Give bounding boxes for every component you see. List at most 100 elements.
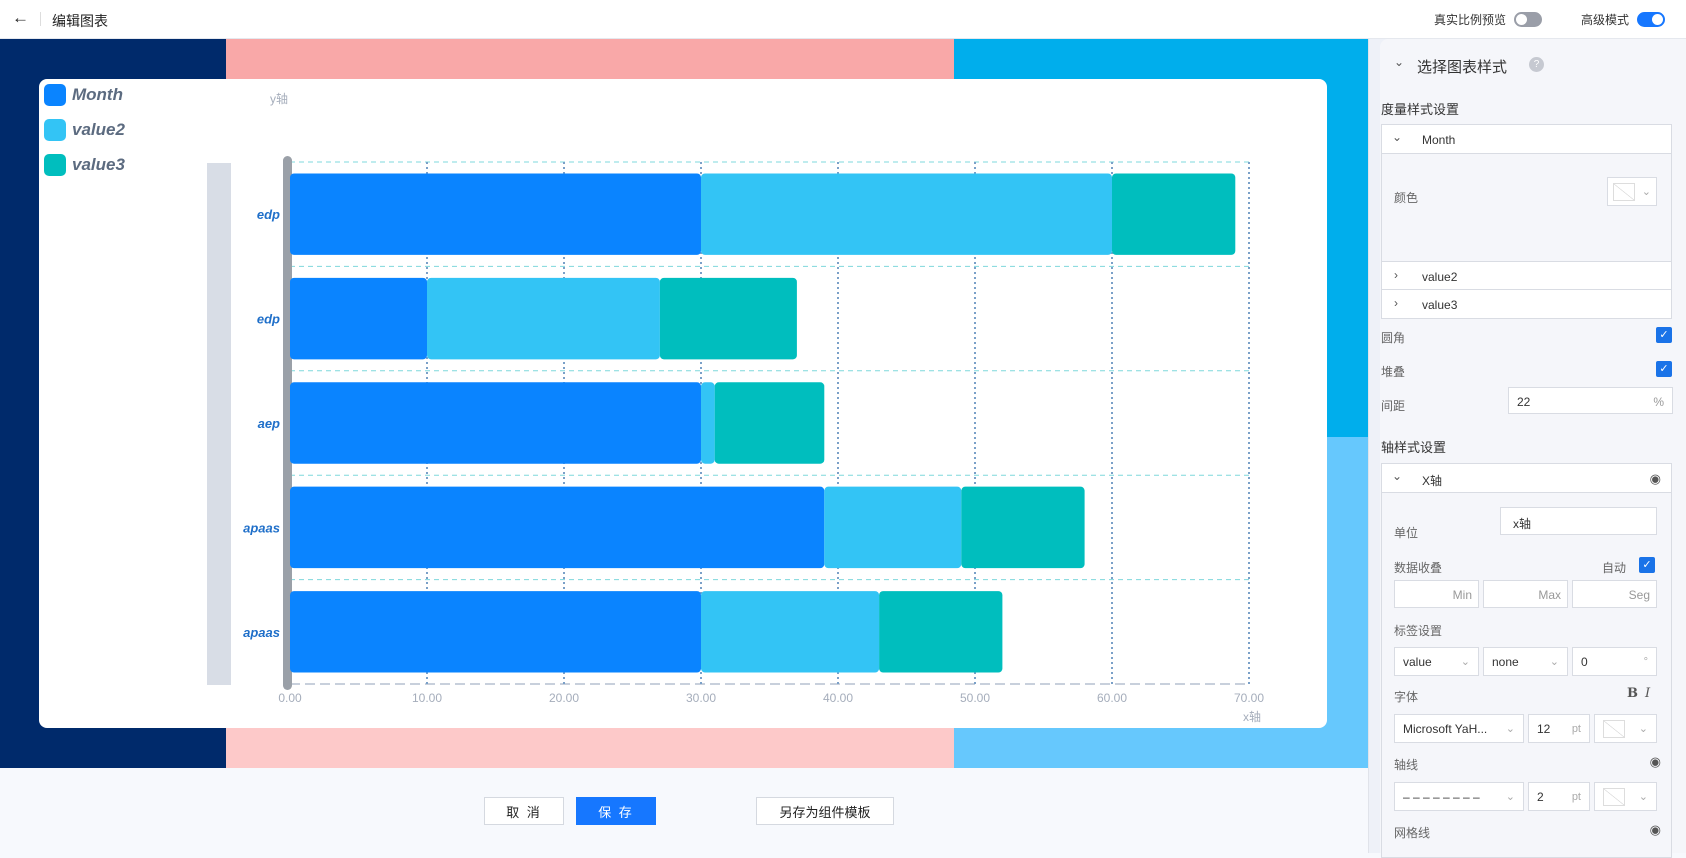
color-picker[interactable]: ⌄ bbox=[1607, 177, 1657, 206]
measure-name: value2 bbox=[1422, 270, 1458, 284]
measure-accordion: ⌄ Month 颜色 ⌄ › value2 › value3 bbox=[1381, 124, 1672, 319]
bar-Month bbox=[290, 486, 825, 569]
measure-item-value3[interactable]: › value3 bbox=[1382, 290, 1671, 318]
axis-line-style-value: – – – – – – – – bbox=[1403, 789, 1480, 804]
chevron-down-icon: ⌄ bbox=[1460, 656, 1470, 668]
save-button[interactable]: 保 存 bbox=[576, 797, 656, 825]
measure-settings-title: 度量样式设置 bbox=[1381, 102, 1460, 117]
font-color-picker[interactable]: ⌄ bbox=[1594, 714, 1657, 743]
bold-button[interactable]: B bbox=[1627, 686, 1638, 701]
y-scroll-slider[interactable] bbox=[207, 163, 231, 685]
spacing-value: 22 bbox=[1517, 395, 1531, 409]
bar-value2 bbox=[701, 591, 880, 673]
bar-value3 bbox=[879, 591, 1003, 673]
bar-value3 bbox=[1112, 173, 1236, 255]
x-tick-label: 30.00 bbox=[686, 691, 716, 705]
axis-settings-title: 轴样式设置 bbox=[1381, 440, 1447, 455]
y-tick-label: aep bbox=[258, 416, 280, 431]
chevron-right-icon: › bbox=[1394, 268, 1398, 282]
help-icon[interactable]: ? bbox=[1529, 57, 1544, 72]
axis-accordion: ⌄ X轴 ◉ 单位 x轴 数据收叠 自动 ✓ Min Max Seg 标签设置 … bbox=[1381, 463, 1672, 858]
eye-icon[interactable]: ◉ bbox=[1650, 471, 1661, 487]
color-swatch-empty bbox=[1603, 787, 1625, 806]
eye-icon[interactable]: ◉ bbox=[1650, 822, 1661, 838]
chart-card: Month value2 value3 0.00 10.00 20.00 30.00 4… bbox=[39, 79, 1327, 728]
bar-chart: 0.00 10.00 20.00 30.00 40.00 50.00 60.00 70.00 e… bbox=[207, 91, 1264, 724]
bar-Month bbox=[290, 277, 427, 360]
chevron-down-icon: ⌄ bbox=[1549, 656, 1559, 668]
font-size-input[interactable]: 12 pt bbox=[1528, 714, 1590, 743]
cancel-button[interactable]: 取 消 bbox=[484, 797, 564, 825]
chevron-down-icon[interactable]: ⌄ bbox=[1394, 55, 1404, 69]
y-tick-label: apaas bbox=[243, 520, 280, 535]
color-swatch-empty bbox=[1613, 182, 1635, 201]
seg-placeholder: Seg bbox=[1628, 588, 1650, 602]
section-title: 选择图表样式 bbox=[1417, 59, 1508, 76]
real-ratio-toggle[interactable] bbox=[1514, 12, 1543, 27]
min-input[interactable]: Min bbox=[1394, 580, 1479, 608]
label-settings-label: 标签设置 bbox=[1394, 624, 1443, 638]
axis-item-x[interactable]: ⌄ X轴 ◉ bbox=[1382, 464, 1671, 493]
bar-Month bbox=[290, 173, 701, 255]
pt-unit: pt bbox=[1571, 722, 1581, 735]
spacing-input[interactable]: 22 % bbox=[1508, 387, 1673, 414]
y-tick-label: edp bbox=[257, 207, 280, 222]
max-input[interactable]: Max bbox=[1483, 580, 1568, 608]
unit-value: x轴 bbox=[1513, 517, 1532, 531]
save-as-template-button[interactable]: 另存为组件模板 bbox=[756, 797, 894, 825]
real-ratio-toggle-group: 真实比例预览 bbox=[1434, 11, 1543, 28]
x-tick-label: 50.00 bbox=[960, 691, 990, 705]
font-family-select[interactable]: Microsoft YaH... ⌄ bbox=[1394, 714, 1524, 743]
real-ratio-label: 真实比例预览 bbox=[1434, 13, 1507, 27]
auto-label: 自动 bbox=[1602, 561, 1627, 575]
italic-button[interactable]: I bbox=[1645, 686, 1650, 701]
measure-item-month[interactable]: ⌄ Month bbox=[1382, 125, 1671, 154]
stack-label: 堆叠 bbox=[1381, 365, 1406, 379]
chevron-down-icon: ⌄ bbox=[1392, 469, 1403, 483]
advanced-mode-label: 高级模式 bbox=[1581, 13, 1630, 27]
bar-value2 bbox=[824, 486, 962, 569]
font-family-value: Microsoft YaH... bbox=[1403, 721, 1488, 736]
min-placeholder: Min bbox=[1452, 588, 1472, 602]
x-tick-label: 40.00 bbox=[823, 691, 853, 705]
y-tick-label: apaas bbox=[243, 625, 280, 640]
grid-line-label: 网格线 bbox=[1394, 826, 1431, 840]
bar-value2 bbox=[427, 277, 660, 360]
bar-value3 bbox=[659, 277, 797, 360]
unit-input[interactable]: x轴 bbox=[1500, 507, 1657, 535]
y-axis-title: y轴 bbox=[270, 91, 288, 106]
chevron-down-icon: ⌄ bbox=[1392, 130, 1403, 144]
rounded-checkbox[interactable]: ✓ bbox=[1656, 327, 1672, 343]
bar-value2 bbox=[701, 382, 715, 464]
label-angle-input[interactable]: 0 ° bbox=[1572, 647, 1657, 676]
eye-icon[interactable]: ◉ bbox=[1650, 754, 1661, 770]
bar-value3 bbox=[961, 486, 1085, 569]
page-title: 编辑图表 bbox=[52, 13, 108, 29]
measure-name: value3 bbox=[1422, 298, 1458, 312]
collapse-label: 数据收叠 bbox=[1394, 561, 1443, 575]
x-tick-label: 0.00 bbox=[278, 691, 302, 705]
x-tick-label: 10.00 bbox=[412, 691, 442, 705]
label-type-select[interactable]: value ⌄ bbox=[1394, 647, 1479, 676]
label-position-select[interactable]: none ⌄ bbox=[1483, 647, 1568, 676]
axis-line-label: 轴线 bbox=[1394, 758, 1419, 772]
measure-item-value2[interactable]: › value2 bbox=[1382, 261, 1671, 290]
auto-checkbox[interactable]: ✓ bbox=[1639, 557, 1655, 573]
seg-input[interactable]: Seg bbox=[1572, 580, 1657, 608]
y-tick-label: edp bbox=[257, 312, 280, 327]
stack-checkbox[interactable]: ✓ bbox=[1656, 361, 1672, 377]
font-label: 字体 bbox=[1394, 690, 1419, 704]
back-arrow-icon[interactable]: ← bbox=[12, 8, 29, 28]
chevron-down-icon: ⌄ bbox=[1505, 791, 1515, 803]
font-size-value: 12 bbox=[1537, 721, 1551, 736]
advanced-mode-toggle[interactable] bbox=[1637, 12, 1666, 27]
axis-line-style-select[interactable]: – – – – – – – – ⌄ bbox=[1394, 782, 1524, 811]
unit-label: 单位 bbox=[1394, 526, 1419, 540]
bar-Month bbox=[290, 591, 701, 673]
axis-line-width-input[interactable]: 2 pt bbox=[1528, 782, 1590, 811]
top-bar: ← 编辑图表 真实比例预览 高级模式 bbox=[0, 0, 1686, 39]
axis-line-color-picker[interactable]: ⌄ bbox=[1594, 782, 1657, 811]
rounded-label: 圆角 bbox=[1381, 331, 1406, 345]
chevron-right-icon: › bbox=[1394, 296, 1398, 310]
angle-unit: ° bbox=[1643, 655, 1648, 668]
